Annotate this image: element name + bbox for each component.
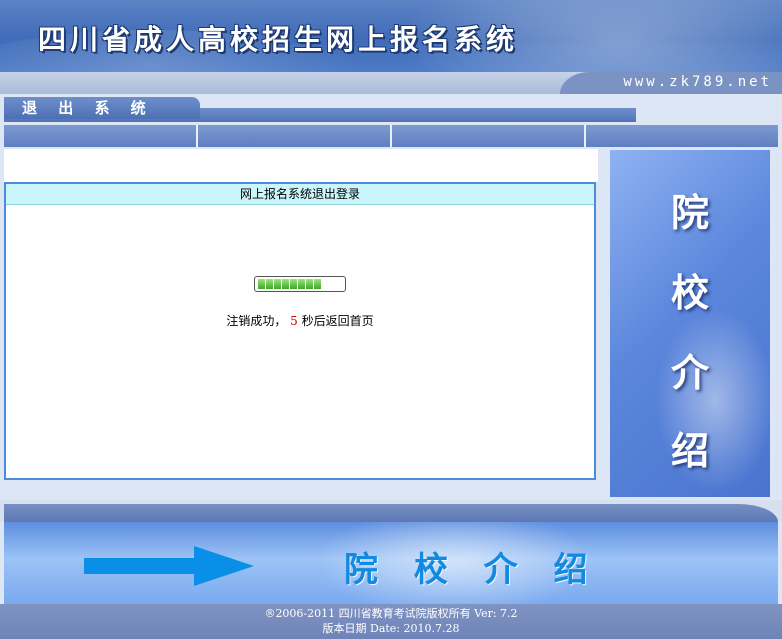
- progress-segment: [282, 279, 289, 289]
- menu-row: [4, 125, 778, 147]
- status-suffix: 秒后返回首页: [301, 314, 374, 328]
- footer-banner-heading: 院 校 介 绍: [344, 550, 600, 590]
- college-intro-footer-banner[interactable]: 院 校 介 绍: [4, 522, 778, 604]
- menu-cell-3[interactable]: [392, 125, 586, 147]
- site-url: www.zk789.net: [623, 74, 772, 90]
- panel-title: 网上报名系统退出登录: [6, 184, 594, 205]
- footer-wave: [4, 504, 778, 522]
- arrow-right-icon: [84, 546, 254, 586]
- footer-divider: [0, 500, 782, 522]
- menu-cell-4[interactable]: [586, 125, 778, 147]
- side-banner-char: 介: [670, 351, 709, 395]
- footer-copyright: ®2006-2011 四川省教育考试院版权所有 Ver: 7.2 版本日期 Da…: [0, 604, 782, 639]
- college-intro-side-banner[interactable]: 院 校 介 绍: [610, 150, 770, 497]
- side-banner-char: 校: [670, 271, 709, 315]
- header-banner: 四川省成人高校招生网上报名系统: [0, 0, 782, 72]
- progress-segment: [258, 279, 265, 289]
- progress-segment: [290, 279, 297, 289]
- url-bar: www.zk789.net: [0, 72, 782, 94]
- tab-row: 退 出 系 统: [4, 97, 636, 125]
- status-message: 注销成功， 5 秒后返回首页: [6, 312, 594, 329]
- version-date-text: 版本日期 Date: 2010.7.28: [322, 622, 460, 635]
- progress-segment: [274, 279, 281, 289]
- progress-segment: [298, 279, 305, 289]
- copyright-text: ®2006-2011 四川省教育考试院版权所有 Ver: 7.2: [264, 607, 518, 620]
- menu-cell-1[interactable]: [4, 125, 198, 147]
- countdown-seconds: 5: [290, 314, 298, 328]
- site-title: 四川省成人高校招生网上报名系统: [38, 23, 519, 56]
- side-banner-char: 绍: [670, 429, 709, 473]
- menu-cell-2[interactable]: [198, 125, 392, 147]
- progress-bar: [254, 276, 346, 292]
- content-spacer: [4, 149, 598, 182]
- status-prefix: 注销成功，: [226, 314, 287, 328]
- progress-segment: [266, 279, 273, 289]
- progress-segment: [314, 279, 321, 289]
- logout-panel: 网上报名系统退出登录 注销成功， 5 秒后返回首页: [4, 182, 596, 480]
- progress-segment: [306, 279, 313, 289]
- side-banner-char: 院: [670, 191, 709, 235]
- logout-tab[interactable]: 退 出 系 统: [4, 97, 200, 119]
